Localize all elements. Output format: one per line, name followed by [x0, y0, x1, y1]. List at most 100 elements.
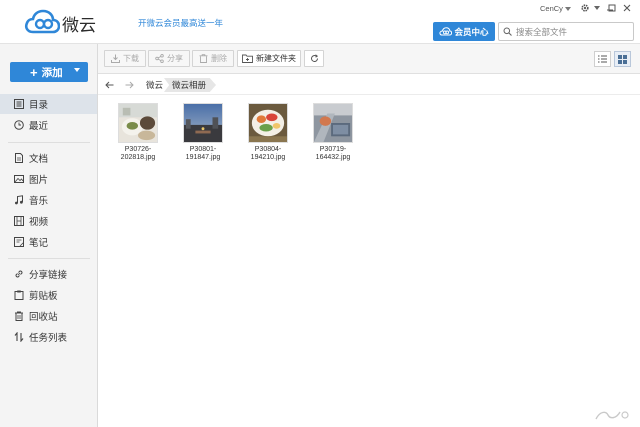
toolbar: 下载 分享 删除 新建文件夹	[98, 44, 640, 74]
photo-thumbnail	[118, 103, 158, 143]
watermark-logo-icon	[595, 411, 629, 420]
sidebar-item-label: 音乐	[29, 196, 49, 207]
file-name-line: 202818.jpg	[120, 154, 156, 161]
file-name-line: P30804-	[254, 146, 282, 153]
sidebar-item-documents[interactable]: 文档	[0, 148, 97, 168]
file-item[interactable]: P30719- 164432.jpg	[303, 103, 363, 162]
sidebar-item-clipboard[interactable]: 剪贴板	[0, 285, 97, 305]
sidebar-item-label: 笔记	[29, 238, 49, 249]
file-name-line: P30801-	[189, 146, 217, 153]
cloud-icon	[439, 27, 453, 36]
sidebar-item-label: 任务列表	[29, 333, 68, 344]
sidebar-item-label: 最近	[29, 121, 49, 132]
file-name: P30804- 194210.jpg	[238, 146, 298, 162]
sidebar-item-catalog[interactable]: 目录	[0, 94, 97, 114]
caret-down-icon	[74, 68, 80, 72]
caret-down-icon	[593, 6, 600, 10]
download-icon	[111, 54, 120, 63]
back-button[interactable]	[102, 78, 116, 92]
sidebar-item-label: 图片	[29, 175, 49, 186]
weiyun-logo-icon	[24, 9, 60, 34]
download-label: 下载	[123, 54, 139, 63]
trash-icon	[15, 311, 23, 321]
document-icon	[15, 153, 23, 163]
photo-thumbnail	[313, 103, 353, 143]
file-name: P30801- 191847.jpg	[173, 146, 233, 162]
sidebar-item-label: 回收站	[29, 312, 58, 323]
video-icon	[14, 216, 24, 226]
new-folder-label: 新建文件夹	[256, 54, 296, 63]
download-button[interactable]: 下载	[104, 50, 146, 67]
link-icon	[15, 270, 23, 278]
refresh-icon	[310, 54, 318, 62]
file-name-line: P30726-	[124, 146, 152, 153]
refresh-button[interactable]	[304, 50, 324, 67]
add-button[interactable]: + 添加	[10, 62, 88, 82]
breadcrumb-bar: 微云 微云相册	[98, 75, 640, 95]
catalog-icon	[14, 99, 24, 109]
add-button-label: 添加	[41, 66, 63, 79]
forward-button[interactable]	[122, 78, 136, 92]
sidebar-item-label: 分享链接	[29, 270, 68, 281]
search-box[interactable]	[498, 22, 634, 41]
sidebar-divider	[8, 258, 90, 259]
user-menu[interactable]: CenCy	[540, 4, 571, 13]
trash-icon	[199, 54, 208, 63]
new-folder-button[interactable]: 新建文件夹	[237, 50, 301, 67]
share-icon	[155, 54, 164, 63]
breadcrumb-root[interactable]: 微云	[146, 78, 163, 92]
maximize-button-box[interactable]	[605, 2, 618, 14]
sidebar-item-label: 剪贴板	[29, 291, 58, 302]
caret-down-icon	[564, 6, 571, 11]
arrow-left-icon	[104, 81, 113, 89]
close-icon	[623, 4, 630, 12]
share-label: 分享	[167, 54, 183, 63]
sidebar-item-label: 目录	[29, 100, 49, 111]
file-name: P30719- 164432.jpg	[303, 146, 363, 162]
sidebar-divider	[8, 142, 90, 143]
plus-icon: +	[30, 64, 38, 80]
music-icon	[15, 195, 23, 205]
list-view-icon	[598, 55, 607, 63]
file-item[interactable]: P30804- 194210.jpg	[238, 103, 298, 162]
delete-label: 删除	[211, 54, 227, 63]
clock-icon	[14, 120, 24, 130]
grid-view-button[interactable]	[614, 51, 631, 67]
vip-promo-link[interactable]: 开微云会员最高送一年	[138, 17, 223, 29]
file-item[interactable]: P30801- 191847.jpg	[173, 103, 233, 162]
share-button[interactable]: 分享	[148, 50, 190, 67]
photo-thumbnail	[248, 103, 288, 143]
transfer-icon	[14, 332, 24, 342]
list-view-button[interactable]	[594, 51, 611, 67]
image-icon	[14, 175, 24, 183]
app-name: 微云	[62, 16, 96, 36]
user-name: CenCy	[540, 4, 563, 13]
gear-icon	[580, 4, 589, 12]
grid-view-icon	[618, 54, 627, 64]
title-bar: 微云 开微云会员最高送一年 CenCy 会员中心	[0, 0, 640, 44]
maximize-icon	[608, 4, 615, 12]
sidebar-item-share-links[interactable]: 分享链接	[0, 264, 97, 284]
breadcrumb-current[interactable]: 微云相册	[164, 78, 217, 92]
photo-thumbnail	[183, 103, 223, 143]
file-name: P30726- 202818.jpg	[108, 146, 168, 162]
search-input[interactable]	[516, 26, 626, 37]
sidebar-item-music[interactable]: 音乐	[0, 190, 97, 210]
file-name-line: P30719-	[319, 146, 347, 153]
sidebar-item-task-list[interactable]: 任务列表	[0, 327, 97, 347]
search-icon	[503, 27, 512, 36]
menu-button[interactable]	[590, 2, 603, 14]
sidebar-item-label: 文档	[29, 154, 49, 165]
sidebar-item-notes[interactable]: 笔记	[0, 232, 97, 252]
sidebar: + 添加 目录 最近 文档 图片 音乐 视频 笔记 分享链接 剪贴板 回收站 任…	[0, 44, 98, 427]
sidebar-item-images[interactable]: 图片	[0, 169, 97, 189]
sidebar-item-recent[interactable]: 最近	[0, 115, 97, 135]
close-button[interactable]	[620, 2, 633, 14]
sidebar-item-recycle-bin[interactable]: 回收站	[0, 306, 97, 326]
vip-center-button[interactable]: 会员中心	[433, 22, 495, 41]
vip-center-label: 会员中心	[454, 26, 489, 37]
sidebar-item-video[interactable]: 视频	[0, 211, 97, 231]
delete-button[interactable]: 删除	[192, 50, 234, 67]
file-item[interactable]: P30726- 202818.jpg	[108, 103, 168, 162]
file-name-line: 194210.jpg	[250, 154, 286, 161]
